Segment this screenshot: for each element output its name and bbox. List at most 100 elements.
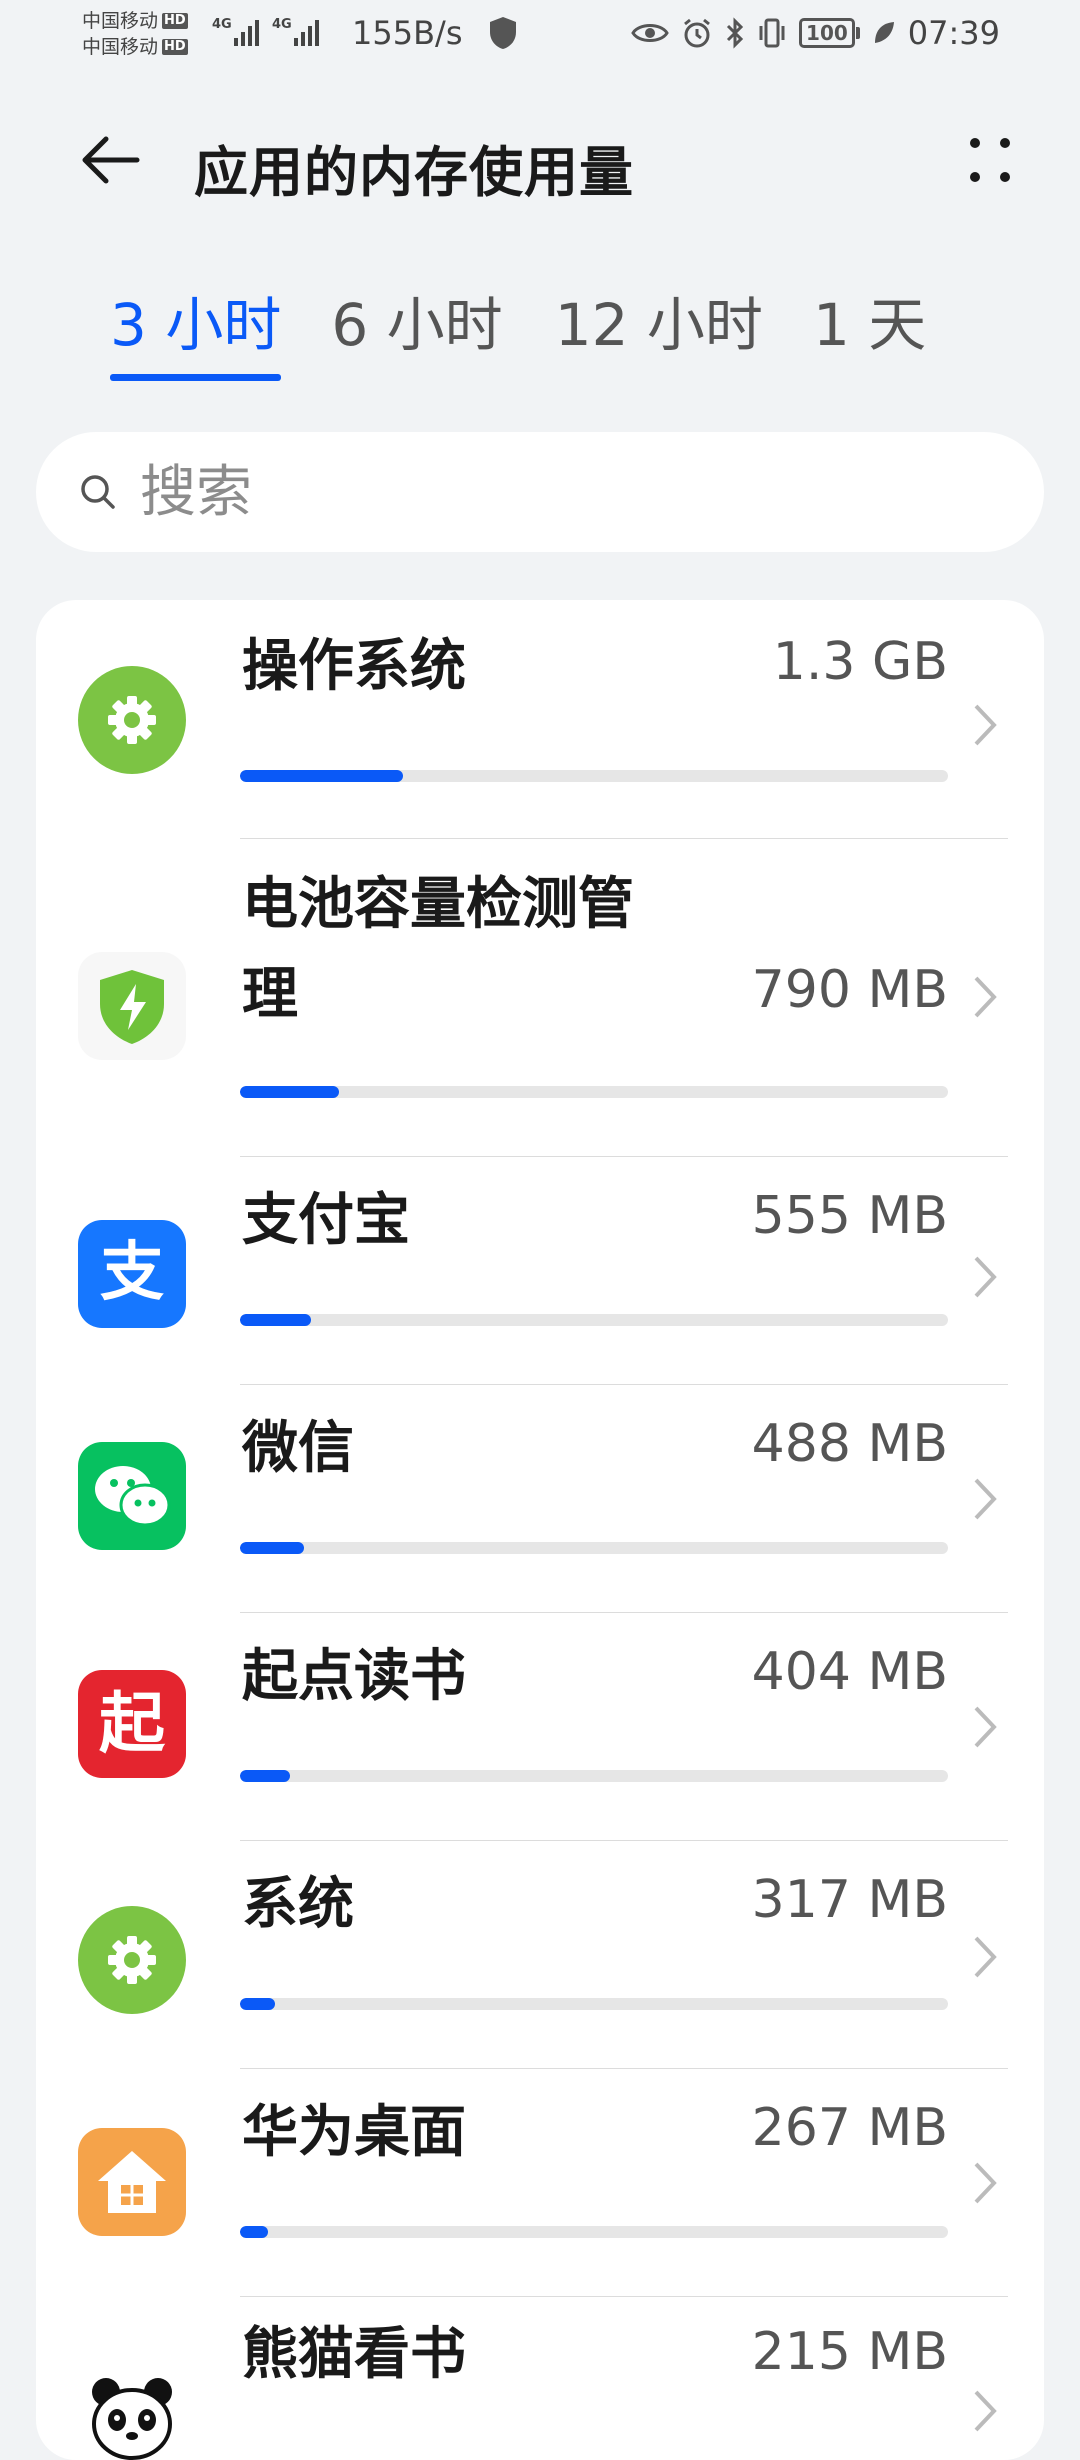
memory-usage-fill: [240, 1998, 276, 2010]
app-name: 系统: [242, 1872, 354, 1937]
svg-text:4G: 4G: [272, 17, 292, 32]
svg-text:起: 起: [99, 1685, 166, 1762]
battery-icon: 100: [799, 18, 860, 48]
app-name: 微信: [242, 1416, 354, 1481]
gear-icon: [78, 666, 186, 774]
hd-badge: HD: [162, 13, 188, 29]
memory-usage-fill: [240, 770, 403, 782]
tab-6-hours[interactable]: 6 小时: [331, 285, 502, 385]
status-bar: 中国移动 HD 中国移动 HD 4G 4G 155B/s 100 07:39: [0, 0, 1080, 72]
carrier-2: 中国移动: [82, 36, 159, 58]
tab-label: 6 小时: [331, 291, 503, 359]
memory-usage-fill: [240, 1542, 304, 1554]
page-title: 应用的内存使用量: [194, 141, 634, 204]
tab-1-day[interactable]: 1 天: [813, 285, 926, 385]
eye-icon: [631, 24, 669, 42]
home-icon: [78, 2128, 186, 2236]
list-item[interactable]: 华为桌面 267 MB: [36, 2070, 1044, 2297]
panda-icon: [78, 2364, 186, 2460]
divider: [240, 1612, 1008, 1613]
memory-usage-fill: [240, 1086, 340, 1098]
app-name: 电池容量检测管理: [242, 872, 634, 1027]
app-memory-size: 215 MB: [751, 2322, 948, 2382]
app-memory-size: 267 MB: [751, 2098, 948, 2158]
app-name: 起点读书: [242, 1644, 466, 1709]
list-item[interactable]: 微信 488 MB: [36, 1386, 1044, 1613]
memory-usage-bar: [240, 1770, 948, 1782]
memory-usage-bar: [240, 770, 948, 782]
alipay-icon: 支: [78, 1220, 186, 1328]
memory-usage-bar: [240, 1086, 948, 1098]
tab-label: 1 天: [812, 291, 927, 359]
carrier-1: 中国移动: [82, 10, 159, 32]
title-bar: 应用的内存使用量: [0, 100, 1080, 220]
app-memory-list: 操作系统 1.3 GB 电池容量检测管理 790 MB 支 支付宝 555 MB…: [36, 600, 1044, 2460]
chevron-right-icon: [974, 1256, 997, 1298]
memory-usage-fill: [240, 2226, 269, 2238]
search-bar[interactable]: [36, 432, 1044, 552]
divider: [240, 2296, 1008, 2297]
memory-usage-bar: [240, 1998, 948, 2010]
chevron-right-icon: [974, 1478, 997, 1520]
tab-3-hours[interactable]: 3 小时: [110, 285, 282, 385]
app-memory-size: 488 MB: [751, 1414, 948, 1474]
list-item[interactable]: 电池容量检测管理 790 MB: [36, 840, 1044, 1157]
time-range-tabs: 3 小时 6 小时 12 小时 1 天: [110, 285, 926, 385]
divider: [240, 2068, 1008, 2069]
hd-badge: HD: [162, 39, 188, 55]
memory-usage-bar: [240, 2226, 948, 2238]
app-memory-size: 555 MB: [751, 1186, 948, 1246]
alarm-icon: [684, 18, 710, 48]
app-memory-size: 404 MB: [751, 1642, 948, 1702]
list-item[interactable]: 起 起点读书 404 MB: [36, 1614, 1044, 1841]
divider: [240, 838, 1008, 839]
divider: [240, 1840, 1008, 1841]
chevron-right-icon: [974, 1936, 997, 1978]
app-name: 华为桌面: [242, 2100, 466, 2165]
app-memory-size: 1.3 GB: [772, 632, 948, 692]
tab-label: 12 小时: [554, 291, 763, 359]
svg-text:支: 支: [100, 1236, 164, 1310]
chevron-right-icon: [974, 2390, 997, 2432]
carrier-info: 中国移动 HD 中国移动 HD: [82, 8, 188, 60]
battery-shield-icon: [78, 952, 186, 1060]
clock: 07:39: [907, 14, 1000, 52]
app-name: 支付宝: [242, 1188, 410, 1253]
tab-label: 3 小时: [110, 291, 282, 359]
memory-usage-fill: [240, 1314, 311, 1326]
signal-icon: 4G: [212, 17, 259, 46]
app-memory-size: 317 MB: [751, 1870, 948, 1930]
list-item[interactable]: 熊猫看书 215 MB: [36, 2298, 1044, 2460]
memory-usage-bar: [240, 1314, 948, 1326]
back-arrow-icon: [82, 136, 140, 184]
shield-icon: [490, 17, 516, 49]
wechat-icon: [78, 1442, 186, 1550]
app-memory-size: 790 MB: [751, 960, 948, 1020]
list-item[interactable]: 系统 317 MB: [36, 1842, 1044, 2069]
battery-level: 100: [799, 18, 855, 48]
divider: [240, 1156, 1008, 1157]
more-icon: [970, 138, 1010, 182]
list-item[interactable]: 支 支付宝 555 MB: [36, 1158, 1044, 1385]
tab-12-hours[interactable]: 12 小时: [555, 285, 763, 385]
divider: [240, 1384, 1008, 1385]
chevron-right-icon: [974, 2162, 997, 2204]
leaf-icon: [874, 22, 894, 43]
qidian-icon: 起: [78, 1670, 186, 1778]
search-input[interactable]: [138, 458, 962, 526]
memory-usage-bar: [240, 1542, 948, 1554]
list-item[interactable]: 操作系统 1.3 GB: [36, 600, 1044, 839]
search-icon: [76, 470, 120, 514]
svg-text:4G: 4G: [212, 17, 232, 32]
chevron-right-icon: [974, 976, 997, 1018]
app-name: 操作系统: [242, 634, 466, 699]
app-name: 熊猫看书: [242, 2322, 466, 2387]
chevron-right-icon: [974, 1706, 997, 1748]
bluetooth-icon: [726, 17, 744, 49]
signal-icon: 4G: [272, 17, 319, 46]
chevron-right-icon: [974, 704, 997, 746]
back-button[interactable]: [70, 120, 150, 200]
more-options-button[interactable]: [950, 120, 1030, 200]
vibrate-icon: [759, 18, 785, 48]
memory-usage-fill: [240, 1770, 290, 1782]
